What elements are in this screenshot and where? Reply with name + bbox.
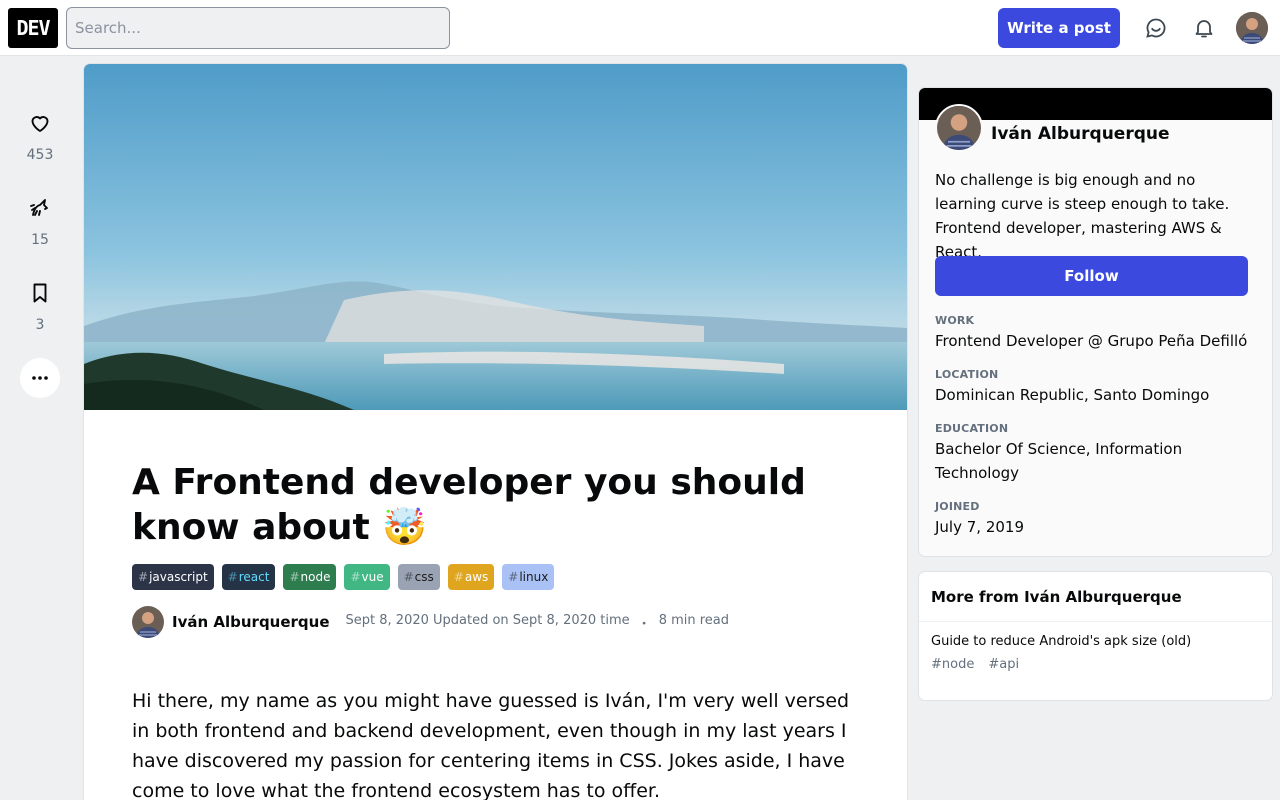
meta-separator: ・ — [637, 616, 651, 632]
detail-label: EDUCATION — [935, 422, 1009, 435]
tag-vue[interactable]: # vue — [344, 564, 390, 590]
article-tags: # javascript # react # node # vue # css # aws … — [132, 564, 555, 590]
like-reaction[interactable]: 453 — [20, 103, 60, 163]
more-from-item[interactable]: Guide to reduce Android's apk size (old)… — [919, 622, 1272, 684]
detail-label: WORK — [935, 314, 975, 327]
profile-education: EDUCATION Bachelor Of Science, Informati… — [935, 422, 1257, 485]
detail-value: Dominican Republic, Santo Domingo — [935, 386, 1210, 404]
write-post-button[interactable]: Write a post — [998, 8, 1120, 48]
article-author-row: Iván Alburquerque Sept 8, 2020 Updated o… — [132, 606, 729, 638]
detail-value: Frontend Developer @ Grupo Peña Defilló — [935, 332, 1248, 350]
tag-javascript[interactable]: # javascript — [132, 564, 214, 590]
more-options[interactable] — [20, 358, 60, 398]
article-title: A Frontend developer you should know abo… — [132, 462, 806, 548]
tag-linux[interactable]: # linux — [502, 564, 555, 590]
top-navigation-bar: DEV Write a post — [0, 0, 1280, 56]
unicorn-icon[interactable] — [20, 188, 60, 228]
more-from-heading: More from Iván Alburquerque — [919, 572, 1272, 622]
profile-joined: JOINED July 7, 2019 — [935, 500, 1257, 539]
cover-image — [84, 64, 907, 410]
more-icon[interactable] — [20, 358, 60, 398]
profile-name[interactable]: Iván Alburquerque — [991, 124, 1170, 144]
like-count: 453 — [26, 147, 54, 163]
article-card: A Frontend developer you should know abo… — [84, 64, 907, 800]
chat-icon[interactable] — [1140, 12, 1172, 44]
profile-location: LOCATION Dominican Republic, Santo Domin… — [935, 368, 1257, 407]
heart-icon[interactable] — [20, 103, 60, 143]
bookmark-reaction[interactable]: 3 — [20, 273, 60, 333]
follow-button[interactable]: Follow — [935, 256, 1248, 296]
author-profile-card: Iván Alburquerque No challenge is big en… — [919, 88, 1272, 556]
publish-date: Sept 8, 2020 Updated on Sept 8, 2020 tim… — [345, 612, 630, 628]
user-avatar[interactable] — [1236, 12, 1268, 44]
author-name[interactable]: Iván Alburquerque — [172, 613, 330, 631]
item-tag[interactable]: #node — [931, 657, 974, 672]
article-body: Hi there, my name as you might have gues… — [132, 690, 850, 800]
detail-value: Bachelor Of Science, Information Technol… — [935, 440, 1183, 482]
article-meta: Sept 8, 2020 Updated on Sept 8, 2020 tim… — [346, 613, 729, 632]
more-from-author-card: More from Iván Alburquerque Guide to red… — [919, 572, 1272, 700]
tag-node[interactable]: # node — [283, 564, 337, 590]
more-from-item-tags: #node #api — [931, 657, 1260, 672]
more-from-item-title[interactable]: Guide to reduce Android's apk size (old) — [931, 634, 1260, 649]
profile-bio: No challenge is big enough and no learni… — [935, 171, 1230, 261]
tag-css[interactable]: # css — [397, 564, 440, 590]
tag-aws[interactable]: # aws — [447, 564, 495, 590]
notification-bell-icon[interactable] — [1188, 12, 1220, 44]
search-input[interactable] — [66, 7, 450, 49]
read-time: 8 min read — [658, 612, 730, 628]
profile-avatar[interactable] — [935, 104, 983, 152]
bookmark-count: 3 — [35, 317, 45, 333]
detail-value: July 7, 2019 — [935, 518, 1024, 536]
unicorn-count: 15 — [31, 232, 49, 248]
bookmark-icon[interactable] — [20, 273, 60, 313]
item-tag[interactable]: #api — [988, 657, 1019, 672]
dev-logo[interactable]: DEV — [8, 8, 58, 48]
detail-label: LOCATION — [935, 368, 999, 381]
tag-react[interactable]: # react — [221, 564, 276, 590]
author-avatar[interactable] — [132, 606, 164, 638]
detail-label: JOINED — [935, 500, 980, 513]
profile-work: WORK Frontend Developer @ Grupo Peña Def… — [935, 314, 1257, 353]
unicorn-reaction[interactable]: 15 — [20, 188, 60, 248]
